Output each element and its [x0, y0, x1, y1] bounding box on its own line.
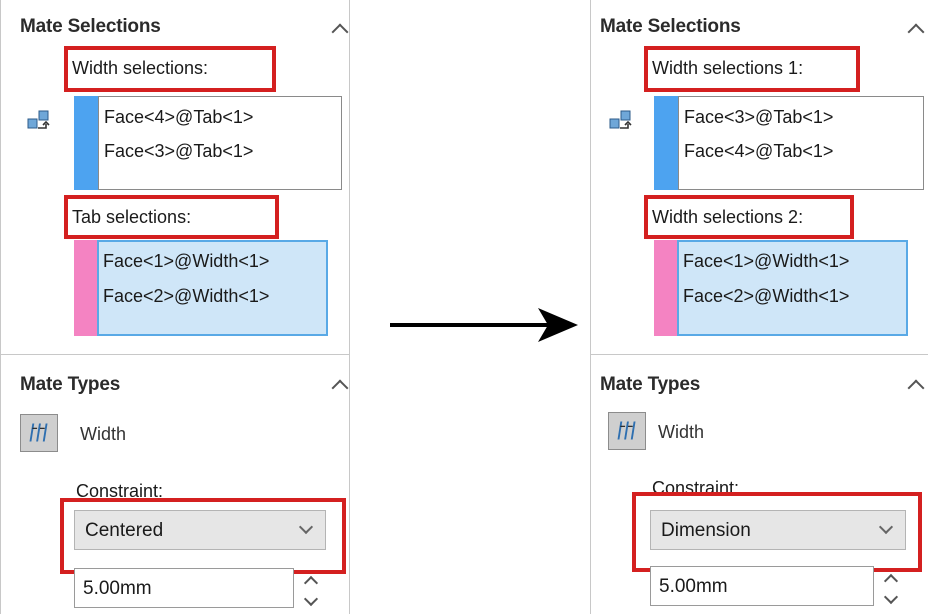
list-item[interactable]: Face<3>@Tab<1>	[684, 107, 833, 128]
selection-color-pink	[74, 240, 98, 336]
section-divider	[590, 354, 928, 355]
selection-color-blue	[654, 96, 678, 190]
list-item[interactable]: Face<4>@Tab<1>	[684, 141, 833, 162]
mate-types-title: Mate Types	[600, 374, 701, 395]
collapse-chevron-icon[interactable]	[331, 23, 349, 41]
panel-border-left	[590, 0, 591, 614]
width-selections-2-label: Width selections 2:	[652, 207, 804, 227]
property-panel-before: Mate Selections Width selections: Face<4…	[0, 0, 350, 614]
mate-selections-title: Mate Selections	[20, 16, 161, 37]
width-mate-icon[interactable]	[608, 412, 646, 450]
list-item[interactable]: Face<4>@Tab<1>	[104, 107, 253, 128]
mate-types-title: Mate Types	[20, 374, 121, 395]
selection-color-pink	[654, 240, 678, 336]
property-panel-after: Mate Selections Width selections 1: Face…	[590, 0, 928, 614]
transition-arrow-icon	[390, 308, 578, 342]
width-selections-1-label: Width selections 1:	[652, 58, 804, 78]
mate-type-label: Width	[658, 422, 705, 442]
tab-selections-label: Tab selections:	[72, 207, 192, 227]
spin-up-icon[interactable]	[883, 573, 899, 589]
selection-color-blue	[74, 96, 98, 190]
list-item[interactable]: Face<2>@Width<1>	[103, 286, 269, 307]
panel-border-right	[349, 0, 350, 614]
mate-selections-title: Mate Selections	[600, 16, 741, 37]
dimension-input[interactable]: 5.00mm	[650, 566, 874, 606]
spin-down-icon[interactable]	[883, 589, 899, 605]
list-item[interactable]: Face<1>@Width<1>	[103, 251, 269, 272]
collapse-chevron-icon[interactable]	[331, 379, 349, 397]
width-mate-icon[interactable]	[20, 414, 58, 452]
spin-up-icon[interactable]	[303, 575, 319, 591]
mate-swap-icon[interactable]	[26, 108, 52, 134]
list-item[interactable]: Face<3>@Tab<1>	[104, 141, 253, 162]
dimension-value: 5.00mm	[83, 578, 152, 599]
list-item[interactable]: Face<2>@Width<1>	[683, 286, 849, 307]
spin-down-icon[interactable]	[303, 591, 319, 607]
highlight-box	[60, 498, 346, 574]
dimension-value: 5.00mm	[659, 576, 728, 597]
section-divider	[0, 354, 350, 355]
collapse-chevron-icon[interactable]	[907, 23, 925, 41]
width-selections-label: Width selections:	[72, 58, 209, 78]
collapse-chevron-icon[interactable]	[907, 379, 925, 397]
mate-type-label: Width	[80, 424, 127, 444]
dimension-input[interactable]: 5.00mm	[74, 568, 294, 608]
list-item[interactable]: Face<1>@Width<1>	[683, 251, 849, 272]
mate-swap-icon[interactable]	[608, 108, 634, 134]
panel-border-left	[0, 0, 1, 614]
highlight-box	[632, 492, 922, 572]
